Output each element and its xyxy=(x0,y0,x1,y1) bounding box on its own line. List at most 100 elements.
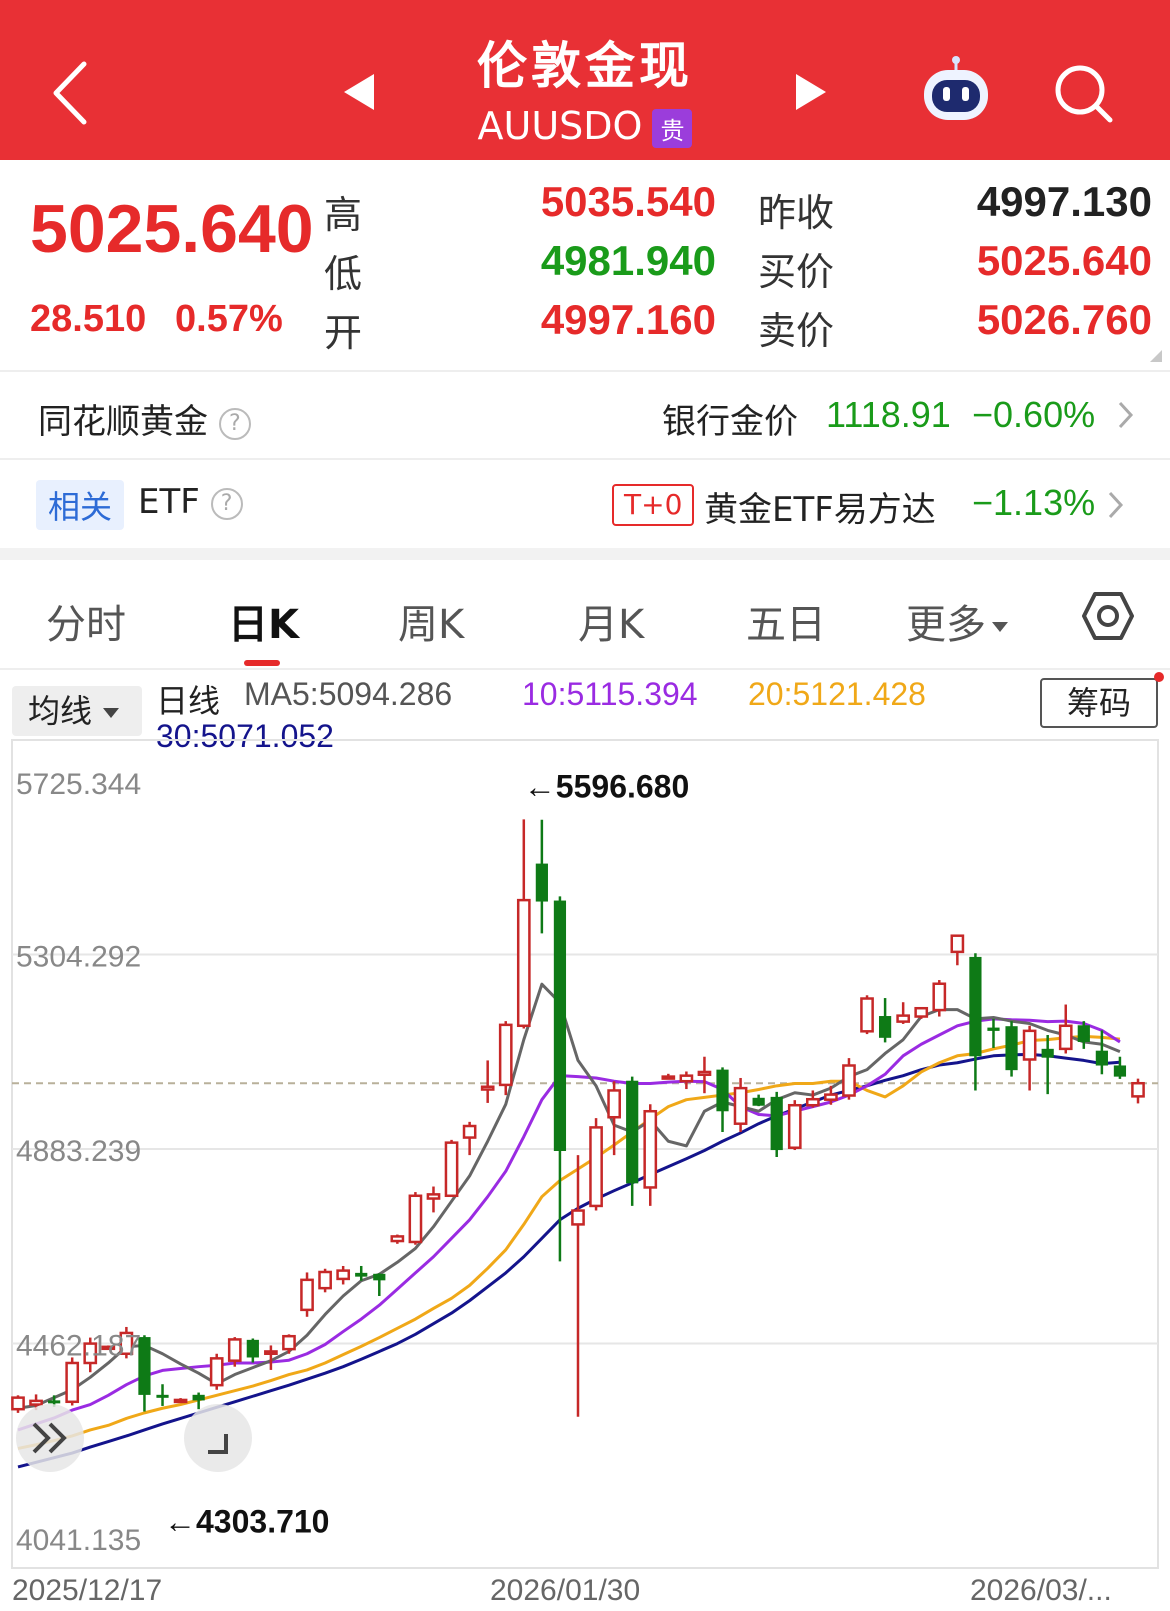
candle xyxy=(173,1398,188,1404)
candle-body xyxy=(969,956,982,1057)
candle-body xyxy=(787,1103,802,1149)
candle xyxy=(787,1100,802,1151)
prev-close-label: 昨收 xyxy=(758,191,835,235)
etf-name[interactable]: 黄金ETF易方达 xyxy=(704,482,936,531)
candle xyxy=(571,1155,585,1417)
candle-body xyxy=(300,1278,314,1312)
x-axis-label: 2026/01/30 xyxy=(490,1574,640,1607)
candle xyxy=(444,1139,459,1198)
candle xyxy=(679,1071,694,1090)
price-change: 28.510 xyxy=(30,298,147,340)
tab-monthly-k[interactable]: 月K xyxy=(578,592,644,650)
low-label: 低 xyxy=(324,252,363,296)
gold-index-row-label[interactable]: 同花顺黄金 ? xyxy=(38,394,251,443)
tab-weekly-k[interactable]: 周K xyxy=(398,592,464,650)
candle-body xyxy=(716,1069,729,1112)
candle-body xyxy=(589,1126,603,1208)
candle-body xyxy=(192,1394,205,1401)
candle xyxy=(516,819,531,1029)
chart-frame xyxy=(11,739,1159,1569)
candle xyxy=(390,1234,405,1244)
tab-daily-k[interactable]: 日K xyxy=(228,592,299,650)
candle-body xyxy=(336,1269,351,1281)
x-axis-label: 2025/12/17 xyxy=(12,1574,162,1607)
candle xyxy=(1058,1004,1073,1054)
candle xyxy=(1022,1025,1037,1091)
candle-body xyxy=(246,1339,259,1358)
ai-assistant-button[interactable] xyxy=(918,56,994,126)
ma20-line xyxy=(17,1034,1121,1450)
bank-gold-change: −0.60% xyxy=(972,394,1096,435)
prev-close-value: 4997.130 xyxy=(976,178,1152,225)
candle xyxy=(282,1334,296,1354)
reset-zoom-button[interactable] xyxy=(184,1404,252,1472)
candle xyxy=(156,1384,169,1406)
tab-five-day[interactable]: 五日 xyxy=(746,592,826,650)
chevron-right-icon[interactable] xyxy=(1106,490,1124,520)
search-button[interactable] xyxy=(1052,62,1116,126)
candle-body xyxy=(209,1357,224,1387)
candle-body xyxy=(626,1080,639,1184)
etf-label: ETF xyxy=(138,482,200,522)
candle-body xyxy=(950,934,965,954)
candle xyxy=(896,1002,911,1024)
bid-value: 5025.640 xyxy=(976,237,1152,284)
candle-body xyxy=(390,1235,405,1243)
candle-body xyxy=(535,863,548,902)
last-price: 5025.640 xyxy=(30,191,314,267)
top-bar: 伦敦金现 AUUSDO 贵 xyxy=(0,0,1170,160)
candle xyxy=(462,1121,477,1156)
candle-body xyxy=(318,1270,332,1290)
candle xyxy=(969,953,982,1091)
candle-body xyxy=(1058,1024,1073,1051)
etf-change: −1.13% xyxy=(972,482,1096,523)
scroll-left-button[interactable] xyxy=(16,1404,84,1472)
candle-body xyxy=(733,1086,748,1125)
candle-body xyxy=(282,1334,296,1351)
tab-more[interactable]: 更多 xyxy=(906,592,1010,650)
candle xyxy=(1113,1056,1127,1079)
triangle-right-icon xyxy=(796,74,826,110)
bank-gold-price: 1118.91 xyxy=(826,394,951,435)
candle xyxy=(697,1056,712,1094)
candle xyxy=(589,1118,603,1211)
settings-icon[interactable] xyxy=(1082,590,1134,642)
candle-body xyxy=(914,1006,929,1018)
expand-corner-icon[interactable] xyxy=(1150,350,1162,362)
candle-body xyxy=(516,898,531,1028)
candle xyxy=(842,1058,856,1100)
candle-body xyxy=(1113,1065,1127,1077)
candle-body xyxy=(498,1023,513,1087)
candle-body xyxy=(860,997,874,1033)
next-symbol-button[interactable] xyxy=(790,70,830,114)
tab-intraday[interactable]: 分时 xyxy=(46,592,126,650)
bank-gold-label: 银行金价 xyxy=(662,402,798,442)
symbol-text: AUUSDO xyxy=(477,104,643,148)
candle-body xyxy=(1095,1050,1108,1066)
candle xyxy=(408,1192,423,1245)
candle-body xyxy=(480,1085,495,1091)
help-icon[interactable]: ? xyxy=(218,407,251,440)
candle-body xyxy=(264,1350,278,1355)
active-tab-indicator xyxy=(244,660,280,666)
candle xyxy=(246,1338,259,1363)
candle xyxy=(716,1067,729,1133)
kline-chart[interactable]: 5725.344 5304.292 4883.239 4462.187 4041.135… xyxy=(0,668,1170,1611)
candle-body xyxy=(1005,1026,1018,1071)
chevron-right-icon[interactable] xyxy=(1116,400,1134,430)
open-label: 开 xyxy=(324,311,363,355)
open-value: 4997.160 xyxy=(540,296,716,343)
candle-body xyxy=(643,1109,658,1189)
tab-more-label: 更多 xyxy=(906,602,986,648)
candle xyxy=(480,1060,495,1103)
y-tick-label: 4041.135 xyxy=(16,1524,141,1557)
candle xyxy=(300,1272,314,1317)
candle xyxy=(336,1265,351,1285)
candle-body xyxy=(462,1124,477,1139)
high-value: 5035.540 xyxy=(540,178,716,225)
candle xyxy=(318,1268,332,1293)
t0-badge: T+0 xyxy=(612,484,695,526)
help-icon[interactable]: ? xyxy=(210,487,243,520)
low-value: 4981.940 xyxy=(540,237,716,284)
etf-row-label[interactable]: ETF ? xyxy=(138,482,243,522)
